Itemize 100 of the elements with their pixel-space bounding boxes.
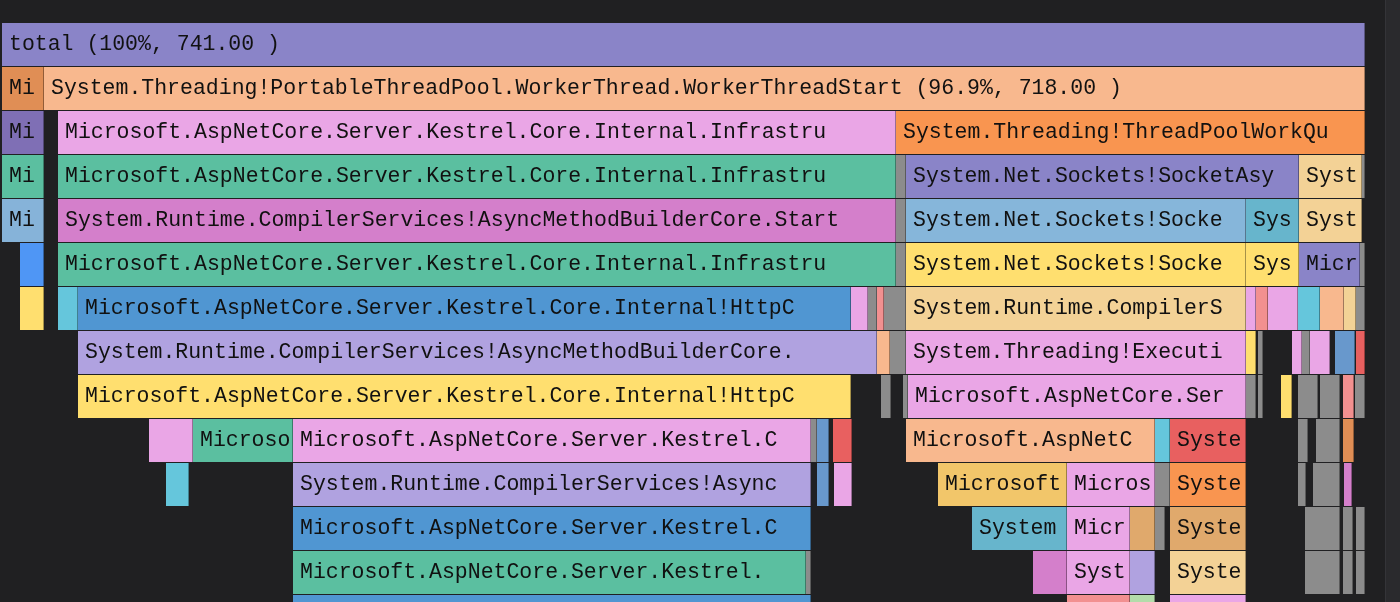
flame-frame[interactable]: Syste xyxy=(1170,419,1246,462)
flame-frame[interactable]: Syste xyxy=(1170,463,1246,506)
flame-frame[interactable] xyxy=(20,287,44,330)
flame-frame[interactable] xyxy=(851,287,868,330)
flame-frame[interactable]: System.Threading!PortableThreadPool.WorkerThread.WorkerThreadStart (96.9%, 718.00 ) xyxy=(44,67,1365,110)
flame-frame[interactable] xyxy=(877,331,890,374)
flame-frame[interactable]: Micr xyxy=(1299,243,1360,286)
flame-frame[interactable] xyxy=(1292,331,1302,374)
flame-frame[interactable] xyxy=(806,551,811,594)
flame-frame[interactable] xyxy=(1033,551,1067,594)
flame-frame[interactable] xyxy=(1298,375,1318,418)
flame-frame[interactable] xyxy=(1246,287,1256,330)
flame-frame[interactable] xyxy=(1362,155,1365,198)
flame-frame[interactable]: Microsoft.AspNetCore.Server.Kestrel.C xyxy=(293,507,811,550)
flame-frame[interactable]: Syste xyxy=(1170,507,1246,550)
flame-frame[interactable]: Syst xyxy=(1067,551,1130,594)
flame-frame[interactable] xyxy=(896,155,906,198)
flame-frame[interactable] xyxy=(896,243,906,286)
flame-frame[interactable]: System.Runtime.CompilerS xyxy=(906,287,1246,330)
flame-frame[interactable]: Microsoft.AspNetCore.Server.Kestrel.Core.Internal!HttpC xyxy=(78,375,851,418)
flame-frame[interactable] xyxy=(1343,551,1353,594)
flame-frame[interactable] xyxy=(1305,551,1340,594)
flame-frame[interactable]: Microsoft.AspNetCore.Server.Kestrel.Core.Internal.Infrastru xyxy=(58,111,896,154)
flame-frame[interactable]: Mi xyxy=(2,111,44,154)
flame-frame[interactable]: Micros xyxy=(1067,463,1155,506)
flame-frame[interactable] xyxy=(1155,507,1165,550)
flame-frame[interactable] xyxy=(1344,463,1352,506)
flame-frame[interactable] xyxy=(1320,287,1344,330)
flame-frame[interactable] xyxy=(1298,287,1320,330)
flame-frame[interactable]: Mi xyxy=(2,155,44,198)
flame-frame[interactable]: Sys xyxy=(1246,243,1299,286)
flame-frame[interactable]: Microsoft.AspNetCore.Server.Kestrel.Core.Internal!HttpC xyxy=(78,287,851,330)
flame-frame[interactable] xyxy=(1356,551,1365,594)
flame-frame[interactable] xyxy=(1130,507,1155,550)
flame-frame[interactable]: total (100%, 741.00 ) xyxy=(2,23,1365,66)
flame-frame[interactable]: System.Net.Sockets!SocketAsy xyxy=(906,155,1299,198)
flame-frame[interactable]: Mi xyxy=(2,67,44,110)
flame-frame[interactable]: System.Threading!ThreadPoolWorkQu xyxy=(896,111,1365,154)
flame-frame[interactable]: Syst xyxy=(1299,155,1362,198)
flame-frame[interactable] xyxy=(903,375,908,418)
flame-frame[interactable] xyxy=(817,463,829,506)
flame-frame[interactable] xyxy=(1355,375,1365,418)
flame-frame[interactable] xyxy=(1343,507,1353,550)
flame-frame[interactable] xyxy=(1343,419,1354,462)
flame-frame[interactable]: Microsoft xyxy=(938,463,1067,506)
flame-frame[interactable]: Syste xyxy=(1170,551,1246,594)
flame-frame[interactable]: System xyxy=(972,507,1067,550)
flame-frame[interactable] xyxy=(1268,287,1298,330)
flame-frame[interactable]: Microsoft.AspNetCore.Ser xyxy=(908,375,1246,418)
flame-frame[interactable]: System.Threading!Executi xyxy=(906,331,1246,374)
flame-frame[interactable] xyxy=(884,287,906,330)
flame-frame[interactable] xyxy=(1356,287,1365,330)
flame-frame[interactable] xyxy=(817,419,829,462)
flame-frame[interactable] xyxy=(1298,419,1308,462)
flame-frame[interactable]: Micr xyxy=(1067,507,1130,550)
flame-frame[interactable] xyxy=(1155,463,1170,506)
flame-frame[interactable]: Microso xyxy=(193,419,293,462)
flame-frame[interactable]: System.Runtime.CompilerServices!Async xyxy=(293,463,811,506)
flame-frame[interactable] xyxy=(1258,331,1263,374)
flame-frame[interactable] xyxy=(896,199,906,242)
flame-frame[interactable]: Microsoft.AspNetC xyxy=(906,419,1155,462)
flame-frame[interactable] xyxy=(149,419,193,462)
flame-frame[interactable] xyxy=(1344,287,1356,330)
flame-frame[interactable] xyxy=(20,243,44,286)
flame-frame[interactable]: System.Runtime.CompilerServices!AsyncMethodBuilderCore.Start xyxy=(58,199,896,242)
flame-frame[interactable] xyxy=(1258,375,1263,418)
flame-frame[interactable] xyxy=(1298,463,1306,506)
flame-frame[interactable] xyxy=(1302,331,1310,374)
flame-frame[interactable] xyxy=(1155,419,1170,462)
flame-frame[interactable]: Sys xyxy=(1246,199,1299,242)
flame-frame[interactable] xyxy=(1320,375,1340,418)
flame-frame[interactable]: Microsoft.AspNetCore.Server.Kestrel.Core.Internal.Infrastru xyxy=(58,243,896,286)
flame-frame[interactable] xyxy=(1130,551,1155,594)
flame-frame[interactable] xyxy=(811,419,817,462)
flame-frame[interactable]: Syst xyxy=(1299,199,1362,242)
flame-frame[interactable] xyxy=(1356,331,1365,374)
flame-frame[interactable] xyxy=(1246,375,1256,418)
flame-frame[interactable] xyxy=(833,419,852,462)
flame-frame[interactable] xyxy=(881,375,891,418)
flame-frame[interactable]: Microsoft.AspNetCore.Server.Kestrel.C xyxy=(293,419,811,462)
flame-frame[interactable] xyxy=(58,287,78,330)
flame-frame[interactable]: Microsoft.AspNetCore.Server.Kestrel.Core.Internal.Infrastru xyxy=(58,155,896,198)
flame-frame[interactable] xyxy=(1335,331,1355,374)
flame-frame[interactable]: System.Net.Sockets!Socke xyxy=(906,243,1246,286)
flame-frame[interactable] xyxy=(166,463,189,506)
flame-frame[interactable] xyxy=(1246,331,1256,374)
flame-frame[interactable]: Microsoft.AspNetCore.Server.Kestrel. xyxy=(293,551,806,594)
flame-frame[interactable] xyxy=(834,463,852,506)
flame-frame[interactable] xyxy=(1305,507,1340,550)
flame-frame[interactable] xyxy=(1360,243,1365,286)
flame-frame[interactable] xyxy=(1256,287,1268,330)
flame-frame[interactable] xyxy=(1343,375,1354,418)
flame-frame[interactable] xyxy=(1316,419,1340,462)
flame-frame[interactable] xyxy=(1313,463,1340,506)
flame-frame[interactable] xyxy=(890,331,906,374)
flame-frame[interactable] xyxy=(877,287,884,330)
flame-frame[interactable]: System.Net.Sockets!Socke xyxy=(906,199,1246,242)
flame-frame[interactable] xyxy=(1356,507,1365,550)
flame-frame[interactable]: Mi xyxy=(2,199,44,242)
flame-frame[interactable] xyxy=(1310,331,1330,374)
